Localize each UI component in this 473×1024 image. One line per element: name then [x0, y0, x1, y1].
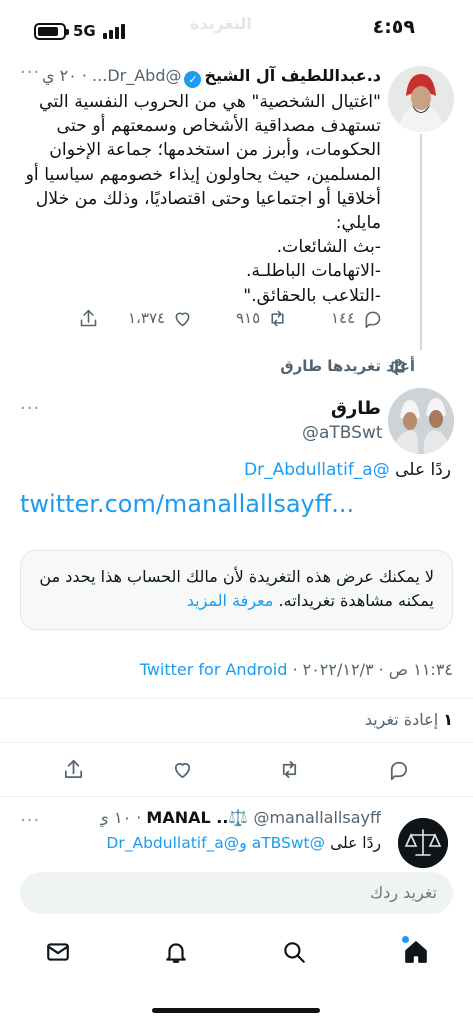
retweet-count-label: إعادة تغريد — [364, 710, 439, 729]
author-handle[interactable]: @Dr_Abd... — [92, 66, 181, 85]
heart-icon — [174, 762, 191, 779]
reply-to-handles[interactable]: @aTBSwt و@Dr_Abdullatif_a — [106, 834, 325, 852]
reply-to-handle[interactable]: @Dr_Abdullatif_a — [244, 460, 390, 480]
author-avatar[interactable] — [388, 66, 454, 132]
divider — [0, 742, 473, 743]
bottom-nav — [0, 934, 473, 974]
signal-icon — [103, 23, 129, 39]
main-author-name[interactable]: طارق — [331, 398, 381, 419]
nav-notifications[interactable] — [158, 934, 194, 970]
reply-author-handle[interactable]: @manallallsayff — [253, 808, 381, 827]
reply-more-options-icon[interactable]: ··· — [20, 810, 40, 831]
reply-prefix: ردًا على — [395, 460, 451, 480]
nav-home[interactable] — [398, 934, 434, 970]
reply-prefix: ردًا على — [330, 834, 381, 852]
retweet-count: ٩١٥ — [236, 309, 261, 327]
like-button[interactable] — [171, 758, 194, 785]
screen-title: التغريدة — [190, 14, 252, 33]
status-time: ٤:٥٩ — [372, 16, 415, 38]
retweet-icon — [282, 760, 297, 779]
messages-icon — [47, 943, 69, 961]
like-count: ١،٣٧٤ — [128, 309, 166, 327]
reply-button[interactable] — [387, 758, 410, 785]
verified-badge-icon: ✓ — [184, 71, 202, 88]
main-author-avatar[interactable] — [388, 388, 454, 454]
tweet-time: ٢٠ ي — [41, 66, 77, 85]
reply-tweet-header: MANAL ..⚖️ @manallallsayff · ١٠ ي — [100, 808, 381, 827]
retweet-icon — [271, 310, 284, 326]
tweet-actions: ١،٣٧٤ ٩١٥ ١٤٤ — [78, 305, 383, 331]
reply-icon — [390, 761, 408, 780]
nav-search[interactable] — [276, 934, 312, 970]
home-icon — [405, 941, 427, 963]
thread-tweet-header: د.عبداللطيف آل الشيخ✓@Dr_Abd... · ٢٠ ي — [41, 66, 381, 88]
divider — [0, 796, 473, 797]
main-more-options-icon[interactable]: ··· — [20, 398, 40, 419]
reply-icon — [365, 311, 381, 328]
reply-button[interactable]: ١٤٤ — [331, 305, 383, 331]
retweet-button[interactable]: ٩١٥ — [236, 305, 288, 331]
notifications-icon — [166, 943, 186, 963]
reply-author-avatar[interactable] — [398, 818, 448, 868]
main-tweet-actions — [62, 758, 418, 784]
retweeted-by-label[interactable]: أعاد تغريدها طارق — [280, 357, 415, 375]
battery-icon — [34, 23, 69, 40]
learn-more-link[interactable]: معرفة المزيد — [187, 591, 274, 610]
tweet-link[interactable]: twitter.com/manallallsayff... — [20, 490, 354, 518]
network-label: 5G — [73, 22, 96, 40]
nav-messages[interactable] — [40, 934, 76, 970]
like-button[interactable]: ١،٣٧٤ — [128, 305, 193, 331]
share-button[interactable] — [78, 305, 99, 331]
tweet-source[interactable]: Twitter for Android — [140, 660, 288, 679]
search-icon — [284, 942, 305, 963]
reply-count: ١٤٤ — [331, 309, 356, 327]
thread-line — [420, 134, 422, 350]
author-name[interactable]: د.عبداللطيف آل الشيخ — [204, 66, 381, 85]
retweet-count-number: ١ — [443, 710, 453, 729]
reply-compose-input[interactable] — [20, 872, 453, 914]
divider — [0, 698, 473, 699]
heart-icon — [175, 312, 190, 326]
share-icon — [64, 760, 83, 779]
more-options-icon[interactable]: ··· — [20, 62, 40, 83]
retweet-button[interactable] — [278, 758, 301, 785]
reply-author-name[interactable]: MANAL ..⚖️ — [146, 808, 248, 827]
tweet-text: "اغتيال الشخصية" هي من الحروب النفسية ال… — [25, 92, 381, 306]
share-icon — [80, 309, 97, 326]
new-content-indicator — [402, 936, 409, 943]
reply-to-line: ردًا على @aTBSwt و@Dr_Abdullatif_a — [106, 834, 381, 852]
share-button[interactable] — [62, 758, 85, 785]
tweet-timestamp: ١١:٣٤ ص · ٢٠٢٢/١٢/٣ · — [292, 660, 453, 679]
unavailable-tweet-notice: لا يمكنك عرض هذه التغريدة لأن مالك الحسا… — [20, 550, 453, 630]
reply-time: ١٠ ي — [100, 808, 132, 827]
retweet-count-line[interactable]: ١ إعادة تغريد — [365, 710, 453, 729]
main-author-handle[interactable]: @aTBSwt — [302, 423, 383, 443]
home-indicator — [152, 1008, 320, 1013]
tweet-meta: ١١:٣٤ ص · ٢٠٢٢/١٢/٣ · Twitter for Androi… — [140, 660, 453, 679]
reply-to-line: ردًا على @Dr_Abdullatif_a — [244, 460, 451, 480]
